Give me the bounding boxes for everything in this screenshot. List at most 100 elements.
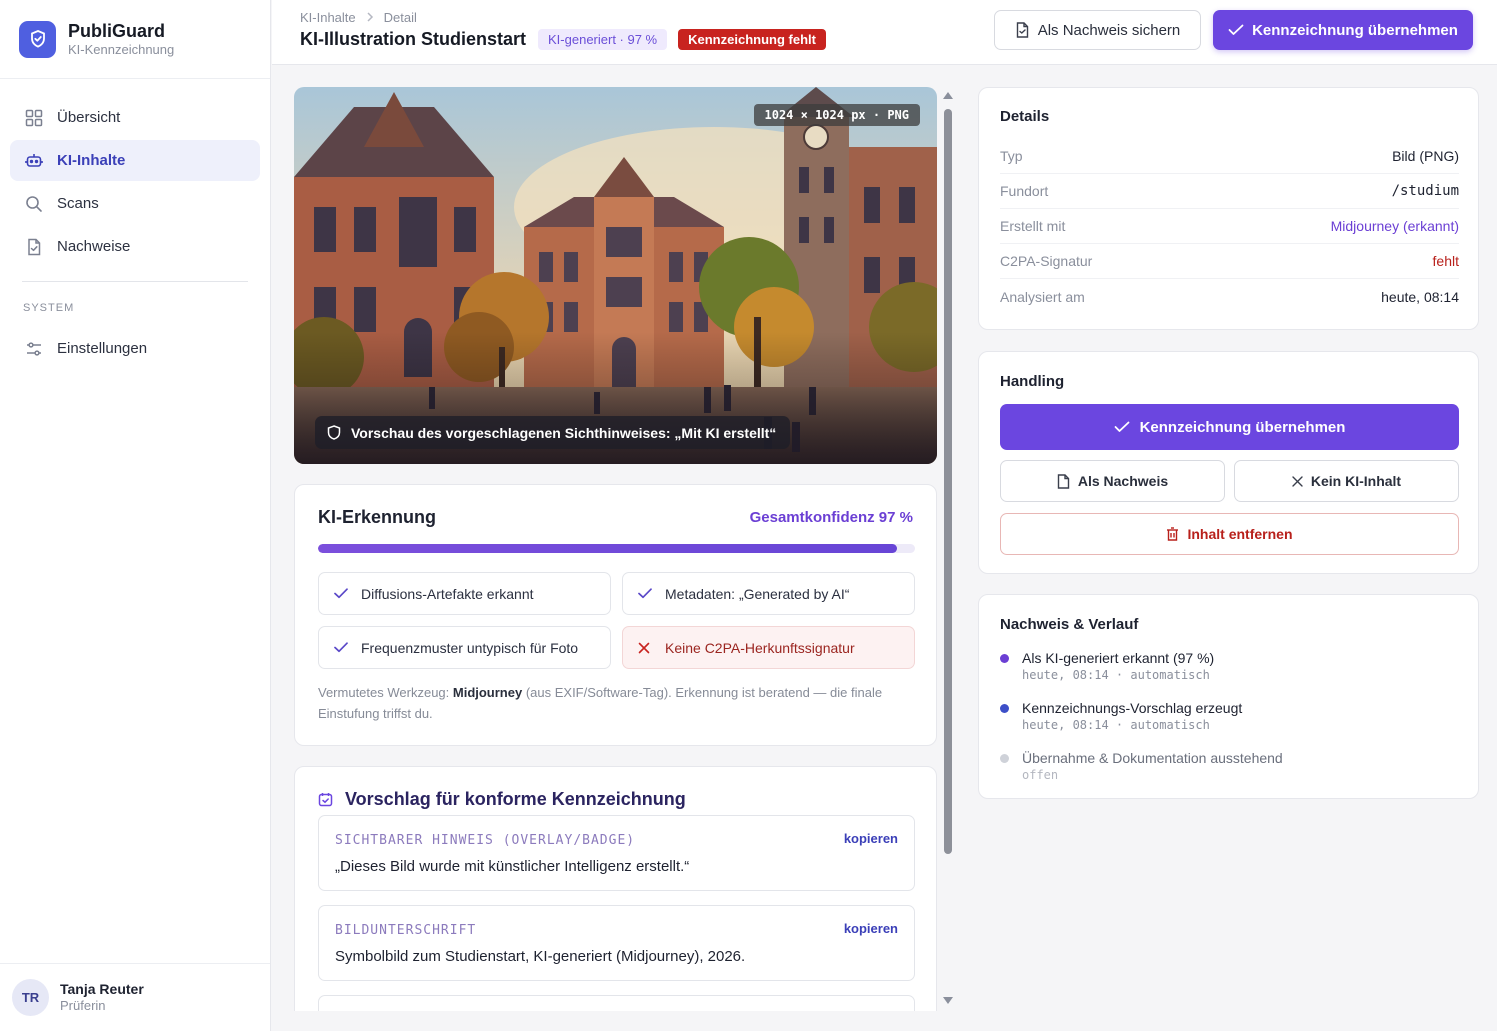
app-name: PubliGuard [68,21,166,41]
document-icon [1057,473,1070,489]
nav-divider [22,281,248,282]
close-icon [1292,475,1303,487]
history-card: Nachweis & Verlauf Als KI-generiert erka… [978,594,1479,799]
breadcrumb-link[interactable]: KI-Inhalte [300,10,356,25]
status-badge: Kennzeichnung fehlt [678,29,826,50]
robot-icon [24,151,44,171]
user-profile[interactable]: TR Tanja Reuter Prüferin [0,963,270,1031]
overlay-preview-chip: Vorschau des vorgeschlagenen Sichthinwei… [315,416,791,449]
campus-illustration [294,87,937,464]
save-as-proof-button[interactable]: Als Nachweis sichern [994,10,1201,50]
image-preview[interactable]: 1024 × 1024 px · PNG Vorschau des vorges… [294,87,937,464]
detail-key: Analysiert am [1000,288,1085,305]
as-proof-button[interactable]: Als Nachweis [1000,460,1225,502]
apply-labeling-button[interactable]: Kennzeichnung übernehmen [1213,10,1473,50]
check-label: Diffusions-Artefakte erkannt [361,585,534,602]
detail-value: fehlt [1432,253,1459,269]
user-name: Tanja Reuter [60,981,144,997]
check-item-failed: Keine C2PA-Herkunftssignatur [622,626,915,669]
sidebar-item-overview[interactable]: Übersicht [10,97,260,138]
user-role: Prüferin [60,998,106,1013]
calendar-check-icon [318,792,333,807]
history-meta: offen [1022,768,1059,782]
check-icon [638,588,652,599]
brand[interactable]: PubliGuard KI-Kennzeichnung [0,0,270,79]
sidebar-item-scans[interactable]: Scans [10,183,260,224]
nav-section-label: SYSTEM [23,302,75,314]
check-item: Frequenzmuster untypisch für Foto [318,626,611,669]
page-header: KI-Inhalte Detail KI-Illustration Studie… [272,0,1497,65]
check-icon [334,588,348,599]
document-check-icon [1015,22,1030,38]
detail-row: Erstellt mit Midjourney (erkannt) [1000,209,1459,244]
suggestion-item: BILDUNTERSCHRIFT kopieren Symbolbild zum… [318,905,915,981]
check-item: Diffusions-Artefakte erkannt [318,572,611,615]
confidence-bar [318,544,915,553]
history-meta: heute, 08:14 · automatisch [1022,718,1210,732]
scrollbar[interactable] [941,87,955,1011]
sidebar-item-ki-inhalte[interactable]: KI-Inhalte [10,140,260,181]
confidence-bar-fill [318,544,898,553]
button-label: Als Nachweis sichern [1037,21,1181,39]
button-label: Inhalt entfernen [1187,526,1293,542]
remove-content-button[interactable]: Inhalt entfernen [1000,513,1459,555]
button-label: Als Nachweis [1077,473,1169,489]
page-title: KI-Illustration Studienstart [300,29,527,49]
detail-value: /studium [1391,183,1459,199]
sidebar-item-nachweise[interactable]: Nachweise [10,226,260,267]
sliders-icon [24,339,44,359]
detail-row: Fundort /studium [1000,174,1459,209]
document-check-icon [24,237,44,257]
overlay-preview-text: Vorschau des vorgeschlagenen Sichthinwei… [351,424,777,441]
check-label: Keine C2PA-Herkunftssignatur [665,639,855,656]
detection-note: Vermutetes Werkzeug: Midjourney (aus EXI… [318,682,908,724]
history-meta: heute, 08:14 · automatisch [1022,668,1210,682]
search-icon [24,194,44,214]
history-dot [1000,704,1009,713]
not-ai-button[interactable]: Kein KI-Inhalt [1234,460,1459,502]
detail-value: Bild (PNG) [1392,148,1459,164]
labeling-suggestion-card: Vorschlag für konforme Kennzeichnung SIC… [294,766,937,1011]
shield-logo-icon [19,20,56,58]
chevron-right-icon [366,10,374,25]
sidebar-item-einstellungen[interactable]: Einstellungen [10,328,260,369]
sidebar-item-label: Einstellungen [57,340,148,357]
breadcrumb: KI-Inhalte Detail [300,10,417,25]
section-title: KI-Erkennung [318,507,437,527]
detail-key: Fundort [1000,183,1049,199]
grid-icon [24,108,44,128]
detail-key: Erstellt mit [1000,218,1066,234]
app-subtitle: KI-Kennzeichnung [68,42,175,57]
detail-row: Analysiert am heute, 08:14 [1000,279,1459,314]
check-icon [1228,24,1244,36]
detail-row: C2PA-Signatur fehlt [1000,244,1459,279]
trash-icon [1166,527,1179,541]
image-dimensions-badge: 1024 × 1024 px · PNG [753,104,920,126]
note-prefix: Vermutetes Werkzeug: [318,685,453,700]
confidence-label: Gesamtkonfidenz 97 % [749,509,913,526]
suggestion-item [318,995,915,1011]
suggestion-text: „Dieses Bild wurde mit künstlicher Intel… [335,858,690,875]
section-title: Vorschlag für konforme Kennzeichnung [318,789,686,810]
suggestion-item: SICHTBARER HINWEIS (OVERLAY/BADGE) kopie… [318,815,915,891]
section-title: Details [1000,108,1050,125]
sidebar-item-label: Nachweise [57,238,131,255]
sidebar-item-label: Übersicht [57,109,121,126]
check-icon [334,642,348,653]
sidebar: PubliGuard KI-Kennzeichnung Übersicht KI… [0,0,271,1031]
copy-link[interactable]: kopieren [844,831,898,846]
suggestion-text: Symbolbild zum Studienstart, KI-generier… [335,948,746,965]
sidebar-item-label: KI-Inhalte [57,152,126,169]
detail-value[interactable]: Midjourney (erkannt) [1331,218,1459,234]
main-nav: Übersicht KI-Inhalte Scans Nachweise SYS… [0,79,270,369]
apply-labeling-button[interactable]: Kennzeichnung übernehmen [1000,404,1459,450]
detail-key: Typ [1000,148,1023,164]
ai-generated-badge: KI-generiert · 97 % [538,29,668,50]
copy-link[interactable]: kopieren [844,921,898,936]
history-text: Kennzeichnungs-Vorschlag erzeugt [1022,700,1243,716]
button-label: Kein KI-Inhalt [1310,473,1402,489]
details-card: Details Typ Bild (PNG) Fundort /studium … [978,87,1479,330]
suggestion-title: Vorschlag für konforme Kennzeichnung [345,789,686,809]
section-title: Nachweis & Verlauf [1000,616,1139,633]
section-title: Handling [1000,373,1065,390]
